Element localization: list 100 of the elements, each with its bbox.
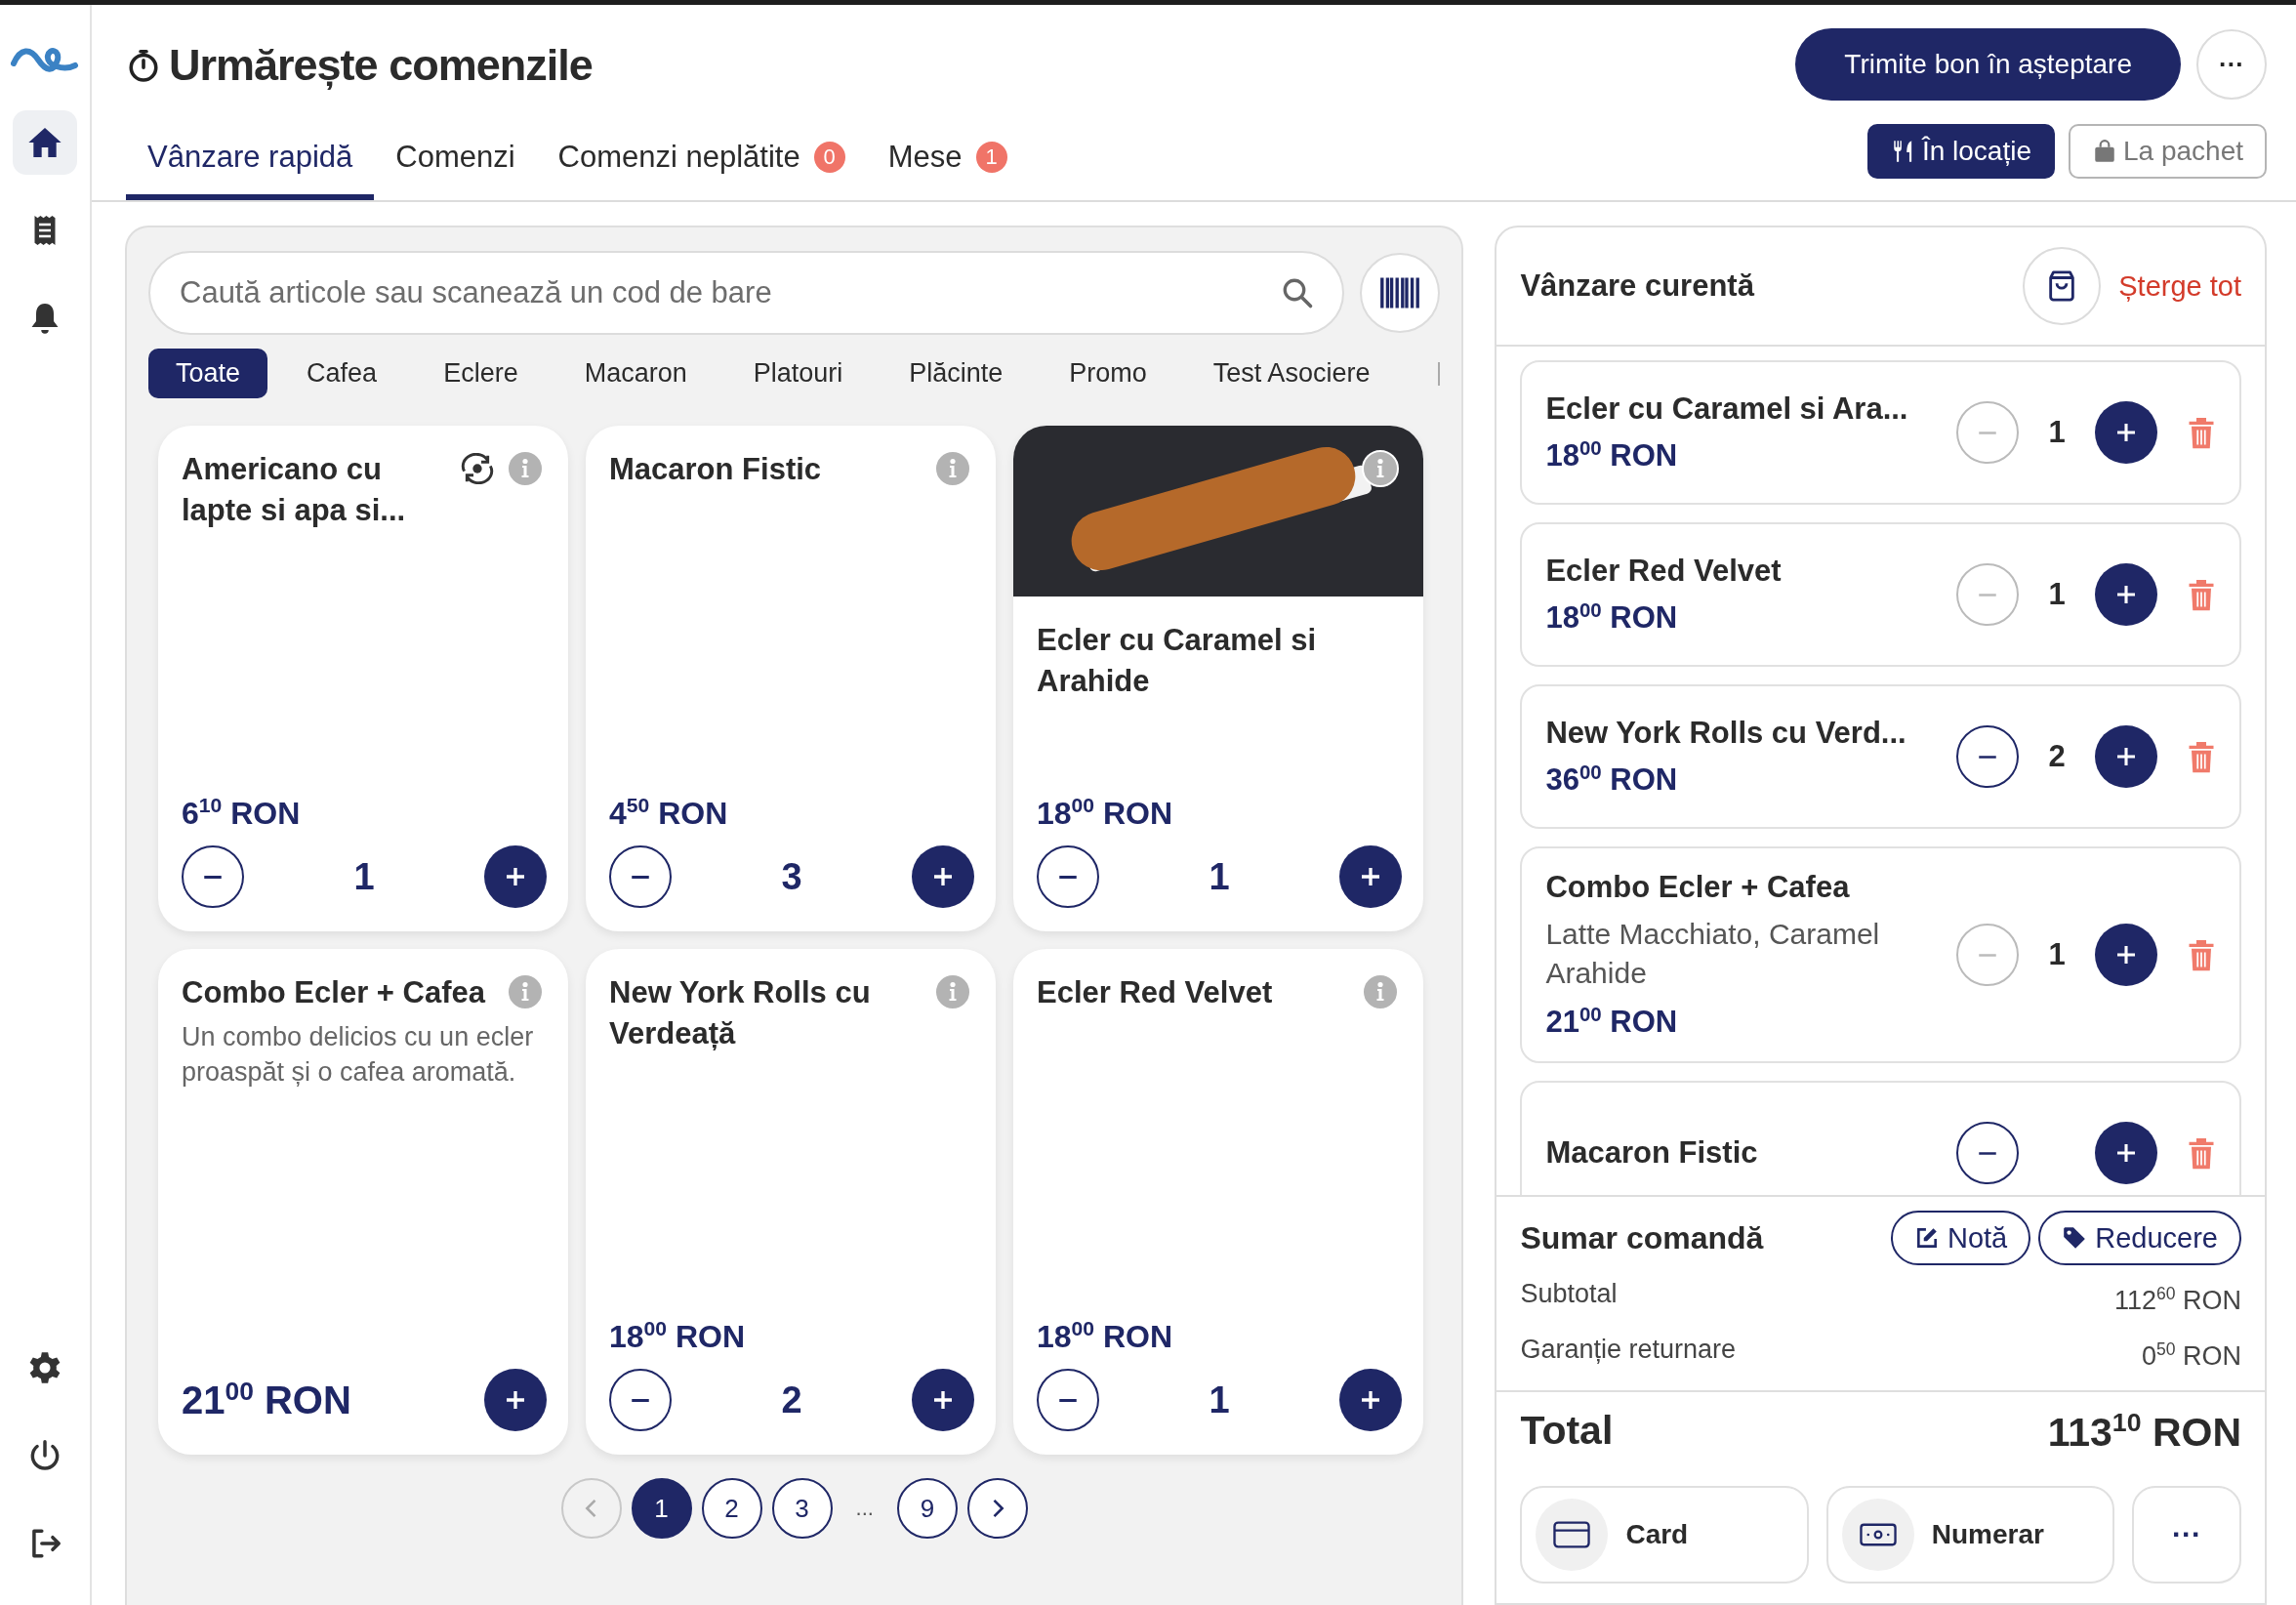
item-description: Latte Macchiato, Caramel Arahide <box>1545 917 1881 991</box>
page-button[interactable]: 9 <box>896 1478 958 1539</box>
tab[interactable]: Comenzi <box>374 130 537 200</box>
summary-label: Garanție returnare <box>1520 1334 1737 1366</box>
product-description: Un combo delicios cu un ecler proaspăt și o cafea aromată. <box>182 1021 535 1089</box>
more-payment-button[interactable]: ··· <box>2132 1486 2241 1584</box>
minus-icon <box>1059 1397 1077 1403</box>
search-field[interactable]: Caută articole sau scanează un cod de bare <box>148 251 1345 335</box>
quantity: 1 <box>2047 577 2067 612</box>
summary-value: 112$^{60}$ RON <box>2113 1283 2241 1317</box>
more-button[interactable]: ··· <box>2196 29 2267 100</box>
plus-icon <box>507 1391 524 1409</box>
home-button[interactable] <box>13 110 77 175</box>
quantity: 3 <box>781 855 802 898</box>
quantity: 1 <box>1209 1379 1230 1421</box>
category-chip[interactable]: Cafea <box>279 349 405 398</box>
product-name: Combo Ecler + Cafea <box>182 974 487 1011</box>
minus-icon <box>1059 874 1077 880</box>
item-name: Ecler cu Caramel si Ara... <box>1545 391 1909 427</box>
decrease-button[interactable] <box>1956 725 2019 788</box>
plus-icon <box>507 868 524 885</box>
plus-icon <box>2117 424 2135 441</box>
clear-all-link[interactable]: Șterge tot <box>2118 269 2241 303</box>
stopwatch-icon <box>126 48 161 83</box>
page-button[interactable]: 1 <box>631 1478 692 1539</box>
category-chip[interactable]: Test Asociere <box>1185 349 1398 398</box>
send-pending-receipt-button[interactable]: Trimite bon în așteptare <box>1795 28 2181 101</box>
product-price: 6$^{10}$ RON <box>182 794 302 832</box>
quantity: 1 <box>2047 415 2067 450</box>
quantity: 2 <box>2047 739 2067 774</box>
page-title: Urmărește comenzile <box>169 40 593 91</box>
minus-icon <box>1979 754 1996 760</box>
minus-icon <box>632 874 649 880</box>
plus-icon <box>934 868 952 885</box>
plus-icon <box>934 1391 952 1409</box>
card-payment-button[interactable]: Card <box>1520 1486 1809 1584</box>
product-card[interactable]: Americano cu lapte si apa si... 6$^{10}$ RON 1 <box>158 426 568 931</box>
quantity: 1 <box>2047 937 2067 973</box>
trash-icon[interactable] <box>2187 577 2216 612</box>
product-card[interactable]: Ecler Red Velvet 18$^{00}$ RON 1 <box>1013 949 1423 1455</box>
minus-icon <box>1979 952 1996 958</box>
minus-icon <box>1979 1150 1996 1156</box>
product-card[interactable]: Macaron Fistic 4$^{50}$ RON 3 <box>586 426 996 931</box>
info-icon[interactable] <box>1361 449 1400 488</box>
product-price: 18$^{00}$ RON <box>1037 794 1174 832</box>
product-card[interactable]: Combo Ecler + Cafea Un combo delicios cu un ecler proaspăt și o cafea aromată. 21$^{00}$ RON <box>158 949 568 1455</box>
item-price: 21$^{00}$ RON <box>1545 1003 1679 1041</box>
tab[interactable]: Vânzare rapidă <box>126 130 375 200</box>
product-card[interactable]: Ecler cu Caramel si Arahide 18$^{00}$ RON 1 <box>1013 426 1423 931</box>
discount-button[interactable]: Reducere <box>2038 1211 2241 1265</box>
product-price: 18$^{00}$ RON <box>1037 1317 1174 1355</box>
minus-icon <box>632 1397 649 1403</box>
cart-title: Vânzare curentă <box>1520 268 1756 304</box>
summary-title: Sumar comandă <box>1520 1219 1765 1256</box>
product-price: 21$^{00}$ RON <box>182 1377 351 1423</box>
quantity: 1 <box>1209 855 1230 898</box>
minus-icon <box>1979 592 1996 597</box>
trash-icon[interactable] <box>2187 415 2216 450</box>
total-label: Total <box>1520 1408 1614 1455</box>
page-button[interactable]: 2 <box>701 1478 762 1539</box>
tab[interactable]: Mese 1 <box>866 130 1029 200</box>
order-type-toggle[interactable]: În locație <box>1866 124 2055 179</box>
product-price: 4$^{50}$ RON <box>609 794 729 832</box>
category-chip[interactable]: Platouri <box>725 349 871 398</box>
trash-icon[interactable] <box>2187 739 2216 774</box>
item-name: New York Rolls cu Verd... <box>1545 715 1907 751</box>
tab[interactable]: Comenzi neplătite 0 <box>536 130 867 200</box>
item-price: 18$^{00}$ RON <box>1545 435 1679 474</box>
credit-card-icon <box>1553 1520 1591 1549</box>
plus-icon <box>2117 748 2135 765</box>
cash-payment-button[interactable]: Numerar <box>1825 1486 2114 1584</box>
total-value: 113$^{10}$ RON <box>2047 1408 2241 1457</box>
count-badge: 0 <box>813 142 845 173</box>
trash-icon[interactable] <box>2187 1135 2216 1172</box>
quantity: 1 <box>353 855 375 898</box>
item-price: 18$^{00}$ RON <box>1545 597 1679 637</box>
plus-icon <box>2117 1144 2135 1163</box>
minus-icon <box>204 874 222 880</box>
order-type-toggle[interactable]: La pachet <box>2069 124 2267 179</box>
edit-icon <box>1914 1225 1940 1251</box>
category-chip[interactable]: Promo <box>1042 349 1174 398</box>
category-chip[interactable]: Eclere <box>416 349 546 398</box>
page-button[interactable]: 3 <box>771 1478 833 1539</box>
product-name: New York Rolls cu Verdeață <box>609 974 872 1052</box>
barcode-icon <box>1379 276 1421 309</box>
summary-label: Subtotal <box>1520 1278 1618 1310</box>
product-card[interactable]: New York Rolls cu Verdeață 18$^{00}$ RON 2 <box>586 949 996 1455</box>
product-price: 18$^{00}$ RON <box>609 1317 747 1355</box>
product-name: Ecler Red Velvet <box>1037 974 1274 1011</box>
quantity: 2 <box>781 1379 802 1421</box>
note-button[interactable]: Notă <box>1891 1211 2031 1265</box>
category-chip[interactable]: Toate <box>148 349 268 398</box>
category-chip[interactable]: Plăcinte <box>882 349 1031 398</box>
page-ellipsis: ... <box>854 1496 875 1521</box>
summary-value: 0$^{50}$ RON <box>2141 1338 2241 1373</box>
minus-icon <box>1979 430 1996 435</box>
plus-icon <box>1362 868 1379 885</box>
category-chip[interactable]: Macaron <box>556 349 715 398</box>
trash-icon[interactable] <box>2187 937 2216 973</box>
product-name: Ecler cu Caramel si Arahide <box>1037 622 1318 700</box>
